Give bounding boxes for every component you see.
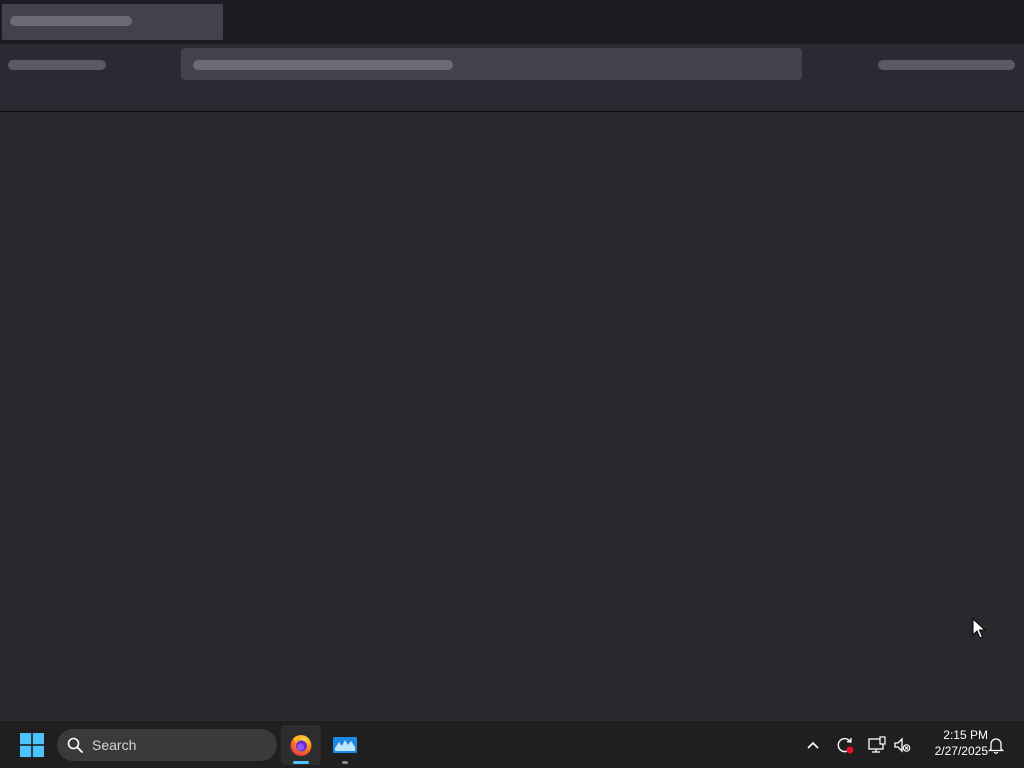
sync-icon [837, 737, 854, 754]
windows-logo-icon [20, 733, 44, 757]
volume-muted-icon [894, 737, 911, 753]
tray-sync-button[interactable] [833, 733, 857, 757]
taskbar: Search 2:15 PM 2/27/2025 [0, 720, 1024, 768]
address-bar[interactable] [181, 48, 802, 80]
browser-tab[interactable] [2, 4, 223, 40]
show-hidden-icons-button[interactable] [801, 733, 825, 757]
notifications-button[interactable] [984, 733, 1008, 757]
tab-title-placeholder [10, 16, 132, 26]
search-label: Search [92, 737, 137, 753]
notification-bell-icon [987, 738, 1005, 754]
taskbar-clock[interactable]: 2:15 PM 2/27/2025 [918, 727, 988, 763]
clock-date: 2/27/2025 [934, 744, 988, 758]
screen-tool-icon [333, 737, 357, 753]
taskbar-app-screen-tool[interactable] [325, 725, 365, 765]
taskbar-search-box[interactable]: Search [57, 729, 277, 761]
desktop-screen: Search 2:15 PM 2/27/2025 [0, 0, 1024, 768]
mouse-cursor-icon [972, 618, 986, 639]
browser-toolbar [0, 44, 1024, 112]
page-content [0, 113, 1024, 720]
clock-time: 2:15 PM [943, 728, 988, 742]
tray-network-button[interactable] [865, 733, 889, 757]
chevron-up-icon [807, 741, 819, 749]
browser-tab-strip [0, 0, 1024, 44]
running-app-indicator [342, 761, 348, 764]
toolbar-right-placeholder [878, 60, 1015, 70]
active-app-indicator [293, 761, 309, 764]
start-button[interactable] [16, 729, 48, 761]
nav-buttons-placeholder [8, 60, 106, 70]
firefox-icon [290, 735, 312, 756]
search-icon [67, 737, 83, 753]
address-text-placeholder [193, 60, 453, 70]
tray-volume-button[interactable] [890, 733, 914, 757]
taskbar-app-firefox[interactable] [281, 725, 321, 765]
network-icon [868, 736, 886, 753]
